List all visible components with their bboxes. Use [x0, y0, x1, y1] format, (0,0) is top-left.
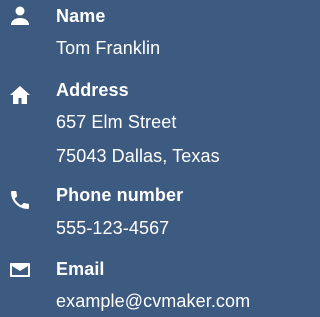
address-label: Address	[56, 80, 129, 100]
email-value[interactable]: example@cvmaker.com	[56, 291, 250, 311]
address-line-2: 75043 Dallas, Texas	[56, 146, 220, 166]
home-icon	[8, 83, 32, 107]
contact-details: Name Tom Franklin Address 657 Elm Street…	[0, 0, 300, 317]
phone-icon	[8, 188, 32, 212]
address-line-1: 657 Elm Street	[56, 112, 177, 132]
mail-icon	[8, 258, 32, 282]
phone-value: 555-123-4567	[56, 218, 170, 238]
person-icon	[8, 4, 32, 28]
phone-label: Phone number	[56, 185, 184, 205]
name-label: Name	[56, 6, 106, 26]
email-label: Email	[56, 259, 105, 279]
name-value: Tom Franklin	[56, 38, 161, 58]
